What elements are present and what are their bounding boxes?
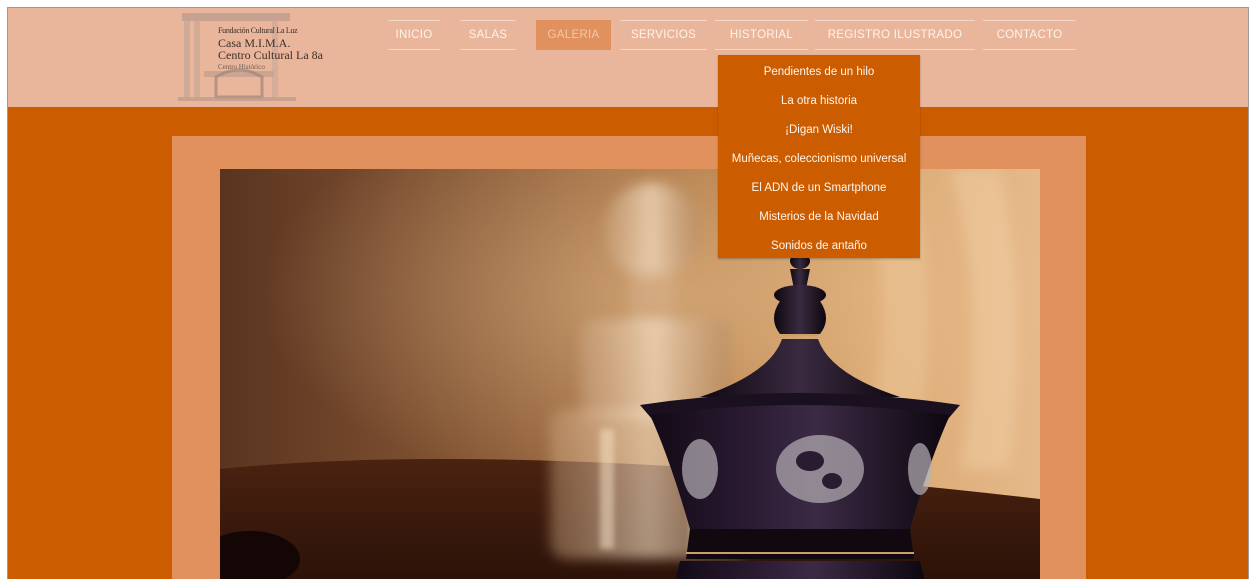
dropdown-item-munecas[interactable]: Muñecas, coleccionismo universal: [718, 145, 920, 174]
dropdown-item-misterios-navidad[interactable]: Misterios de la Navidad: [718, 203, 920, 232]
nav-item-servicios[interactable]: SERVICIOS: [620, 20, 707, 50]
dropdown-item-pendientes[interactable]: Pendientes de un hilo: [718, 58, 920, 87]
logo-centro-text: Centro Cultural La 8a: [218, 48, 323, 62]
dropdown-item-digan-wiski[interactable]: ¡Digan Wiski!: [718, 116, 920, 145]
site-logo[interactable]: Fundación Cultural La Luz Casa M.I.M.A. …: [176, 11, 323, 101]
dropdown-item-adn-smartphone[interactable]: El ADN de un Smartphone: [718, 174, 920, 203]
logo-historic-text: Centro Histórico: [218, 63, 265, 71]
browser-viewport: Fundación Cultural La Luz Casa M.I.M.A. …: [7, 7, 1249, 579]
logo-foundation-text: Fundación Cultural La Luz: [218, 26, 298, 35]
historial-dropdown-menu: Pendientes de un hilo La otra historia ¡…: [718, 55, 920, 258]
dropdown-item-otra-historia[interactable]: La otra historia: [718, 87, 920, 116]
nav-item-historial[interactable]: HISTORIAL: [715, 20, 808, 50]
nav-item-galeria[interactable]: GALERIA: [536, 20, 611, 50]
nav-item-contacto[interactable]: CONTACTO: [983, 20, 1076, 50]
site-header: Fundación Cultural La Luz Casa M.I.M.A. …: [8, 8, 1248, 107]
nav-item-registro-ilustrado[interactable]: REGISTRO ILUSTRADO: [815, 20, 975, 50]
nav-item-inicio[interactable]: INICIO: [388, 20, 440, 50]
dropdown-item-sonidos-antano[interactable]: Sonidos de antaño: [718, 232, 920, 261]
nav-item-salas[interactable]: SALAS: [460, 20, 516, 50]
